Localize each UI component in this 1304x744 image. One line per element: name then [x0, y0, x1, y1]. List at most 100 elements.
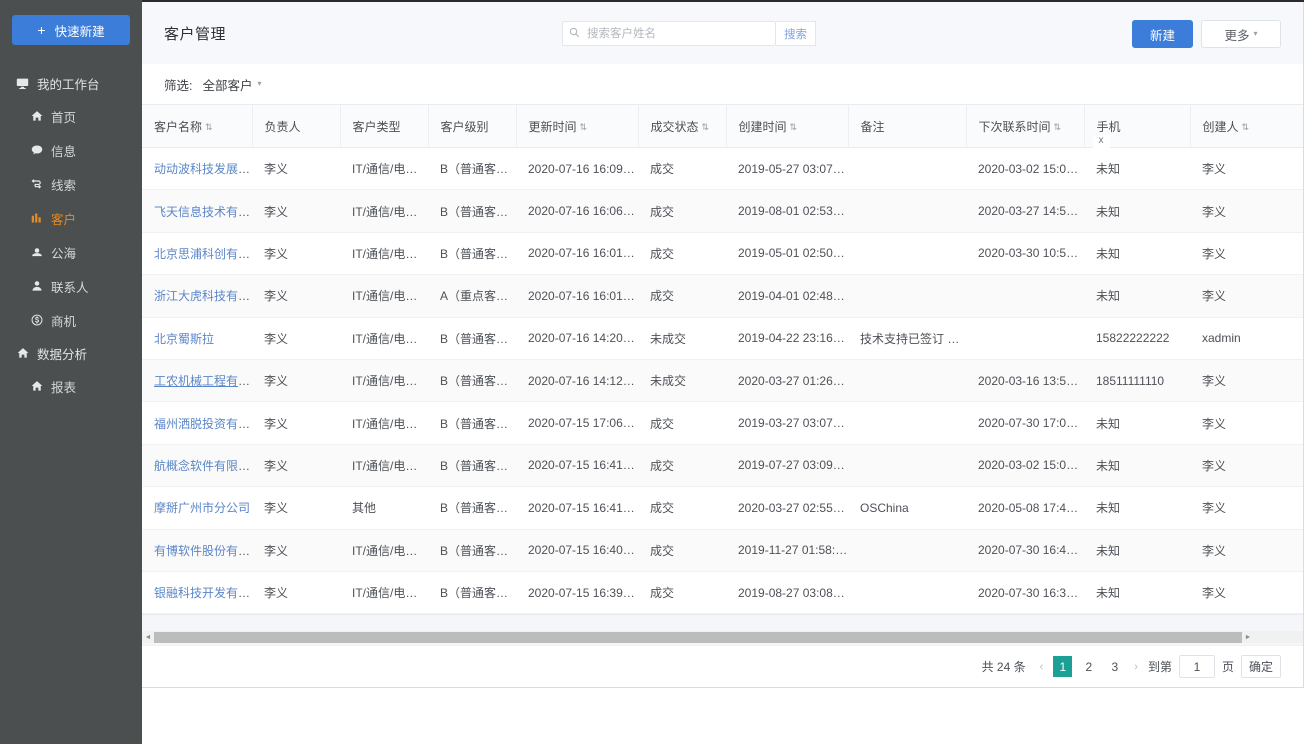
cell-name[interactable]: 工农机械工程有限公司 [142, 359, 252, 401]
customer-name-link[interactable]: 福州洒脱投资有限公司 [154, 417, 252, 431]
table-scroll-container[interactable]: 客户名称⇅负责人客户类型客户级别更新时间⇅成交状态⇅创建时间⇅备注下次联系时间⇅… [142, 104, 1303, 614]
sidebar-item-label: 商机 [51, 311, 76, 330]
column-header-11[interactable]: 创建人⇅ [1190, 105, 1303, 148]
sort-toggle-icon[interactable]: ⇅ [702, 122, 710, 132]
next-page-button[interactable]: › [1131, 661, 1141, 673]
cell-next_contact: 2020-03-02 15:09:41 [966, 444, 1084, 486]
cell-phone: 未知 [1084, 487, 1190, 529]
column-header-2[interactable]: 负责人 [252, 105, 340, 148]
column-header-1[interactable]: 客户名称⇅ [142, 105, 252, 148]
sidebar-item-label: 信息 [51, 141, 76, 160]
cell-name[interactable]: 飞天信息技术有限公司 [142, 190, 252, 232]
prev-page-button[interactable]: ‹ [1037, 661, 1047, 673]
customer-name-link[interactable]: 北京思浦科创有限公司 [154, 247, 252, 261]
more-button[interactable]: 更多 ▾ [1201, 20, 1281, 48]
table-row[interactable]: 北京蜀斯拉李义IT/通信/电子/...B（普通客户）2020-07-16 14:… [142, 317, 1303, 359]
cell-name[interactable]: 有博软件股份有限公司 [142, 529, 252, 571]
table-row[interactable]: 银融科技开发有限公司李义IT/通信/电子/...B（普通客户）2020-07-1… [142, 571, 1303, 613]
jump-page-input[interactable] [1179, 655, 1215, 678]
search-area: 搜索 [562, 21, 816, 46]
sidebar-item-home[interactable]: 首页 [0, 99, 142, 133]
column-header-6[interactable]: 成交状态⇅ [638, 105, 726, 148]
page-button-2[interactable]: 2 [1079, 656, 1098, 677]
table-row[interactable]: 福州洒脱投资有限公司李义IT/通信/电子/...B（普通客户）2020-07-1… [142, 402, 1303, 444]
column-header-3[interactable]: 客户类型 [340, 105, 428, 148]
column-header-label: 手机 [1097, 120, 1121, 134]
search-input-box[interactable] [562, 21, 776, 46]
table-row[interactable]: 工农机械工程有限公司李义IT/通信/电子/...B（普通客户）2020-07-1… [142, 359, 1303, 401]
column-header-7[interactable]: 创建时间⇅ [726, 105, 848, 148]
new-button[interactable]: 新建 [1132, 20, 1193, 48]
table-row[interactable]: 北京思浦科创有限公司李义IT/通信/电子/...B（普通客户）2020-07-1… [142, 232, 1303, 274]
sidebar-item-report[interactable]: 报表 [0, 369, 142, 403]
column-header-10[interactable]: 手机x [1084, 105, 1190, 148]
column-header-4[interactable]: 客户级别 [428, 105, 516, 148]
customer-name-link[interactable]: 摩掰广州市分公司 [154, 501, 250, 515]
cell-type: IT/通信/电子/... [340, 571, 428, 613]
column-header-9[interactable]: 下次联系时间⇅ [966, 105, 1084, 148]
cell-status: 成交 [638, 402, 726, 444]
page-button-3[interactable]: 3 [1105, 656, 1124, 677]
column-header-5[interactable]: 更新时间⇅ [516, 105, 638, 148]
sort-toggle-icon[interactable]: ⇅ [790, 122, 798, 132]
sidebar-group-analysis[interactable]: 数据分析 [0, 337, 142, 369]
cell-remark [848, 402, 966, 444]
customer-name-link[interactable]: 工农机械工程有限公司 [154, 374, 252, 388]
home-icon [30, 110, 43, 123]
cell-name[interactable]: 航概念软件有限公司 [142, 444, 252, 486]
scroll-right-arrow-icon[interactable]: ► [1242, 631, 1254, 643]
table-row[interactable]: 摩掰广州市分公司李义其他B（普通客户）2020-07-15 16:41:07成交… [142, 487, 1303, 529]
customer-name-link[interactable]: 银融科技开发有限公司 [154, 586, 252, 600]
cell-updated: 2020-07-15 16:41:07 [516, 487, 638, 529]
cell-phone: 未知 [1084, 148, 1190, 190]
cell-name[interactable]: 动动波科技发展有限... [142, 148, 252, 190]
search-input[interactable] [585, 27, 769, 41]
customer-name-link[interactable]: 航概念软件有限公司 [154, 459, 252, 473]
column-header-8[interactable]: 备注 [848, 105, 966, 148]
sort-toggle-icon[interactable]: ⇅ [205, 122, 213, 132]
sidebar-item-opportunity[interactable]: 商机 [0, 303, 142, 337]
sidebar-item-pool[interactable]: 公海 [0, 235, 142, 269]
customer-name-link[interactable]: 北京蜀斯拉 [154, 332, 214, 346]
confirm-jump-button[interactable]: 确定 [1241, 655, 1281, 678]
horizontal-scrollbar[interactable]: ◄ ► [142, 631, 1303, 643]
customer-name-link[interactable]: 动动波科技发展有限... [154, 162, 252, 176]
quick-new-button[interactable]: + 快速新建 [12, 15, 130, 45]
customer-name-link[interactable]: 飞天信息技术有限公司 [154, 205, 252, 219]
table-row[interactable]: 有博软件股份有限公司李义IT/通信/电子/...B（普通客户）2020-07-1… [142, 529, 1303, 571]
page-button-1[interactable]: 1 [1053, 656, 1072, 677]
cell-level: B（普通客户） [428, 402, 516, 444]
sort-toggle-icon[interactable]: ⇅ [580, 122, 588, 132]
column-header-label: 创建时间 [739, 120, 787, 134]
scrollbar-thumb[interactable] [154, 632, 1242, 643]
customer-name-link[interactable]: 浙江大虎科技有限公司 [154, 289, 252, 303]
sidebar-item-customer[interactable]: 客户 [0, 201, 142, 235]
cell-name[interactable]: 银融科技开发有限公司 [142, 571, 252, 613]
table-row[interactable]: 浙江大虎科技有限公司李义IT/通信/电子/...A（重点客户）2020-07-1… [142, 275, 1303, 317]
sidebar-item-clue[interactable]: 线索 [0, 167, 142, 201]
sort-toggle-icon[interactable]: ⇅ [1054, 122, 1062, 132]
cell-name[interactable]: 北京蜀斯拉 [142, 317, 252, 359]
cell-name[interactable]: 福州洒脱投资有限公司 [142, 402, 252, 444]
cell-phone: 未知 [1084, 402, 1190, 444]
header-close-artifact[interactable]: x [1093, 135, 1110, 148]
pagination: 共 24 条 ‹ 1 2 3 › 到第 页 确定 [142, 645, 1303, 687]
search-button[interactable]: 搜索 [776, 21, 816, 46]
table-row[interactable]: 动动波科技发展有限...李义IT/通信/电子/...B（普通客户）2020-07… [142, 148, 1303, 190]
cell-name[interactable]: 浙江大虎科技有限公司 [142, 275, 252, 317]
cell-name[interactable]: 摩掰广州市分公司 [142, 487, 252, 529]
cell-name[interactable]: 北京思浦科创有限公司 [142, 232, 252, 274]
customer-icon [30, 212, 43, 225]
customer-name-link[interactable]: 有博软件股份有限公司 [154, 544, 252, 558]
filter-select[interactable]: 全部客户 ▾ [202, 75, 261, 94]
sidebar-group-workbench[interactable]: 我的工作台 [0, 67, 142, 99]
table-row[interactable]: 航概念软件有限公司李义IT/通信/电子/...B（普通客户）2020-07-15… [142, 444, 1303, 486]
sort-toggle-icon[interactable]: ⇅ [1242, 122, 1250, 132]
cell-updated: 2020-07-16 16:01:34 [516, 275, 638, 317]
sidebar-item-message[interactable]: 信息 [0, 133, 142, 167]
table-row[interactable]: 飞天信息技术有限公司李义IT/通信/电子/...B（普通客户）2020-07-1… [142, 190, 1303, 232]
scroll-left-arrow-icon[interactable]: ◄ [142, 631, 154, 643]
cell-created: 2019-05-01 02:50:26 [726, 232, 848, 274]
cell-created: 2020-03-27 02:55:54 [726, 487, 848, 529]
sidebar-item-contact[interactable]: 联系人 [0, 269, 142, 303]
